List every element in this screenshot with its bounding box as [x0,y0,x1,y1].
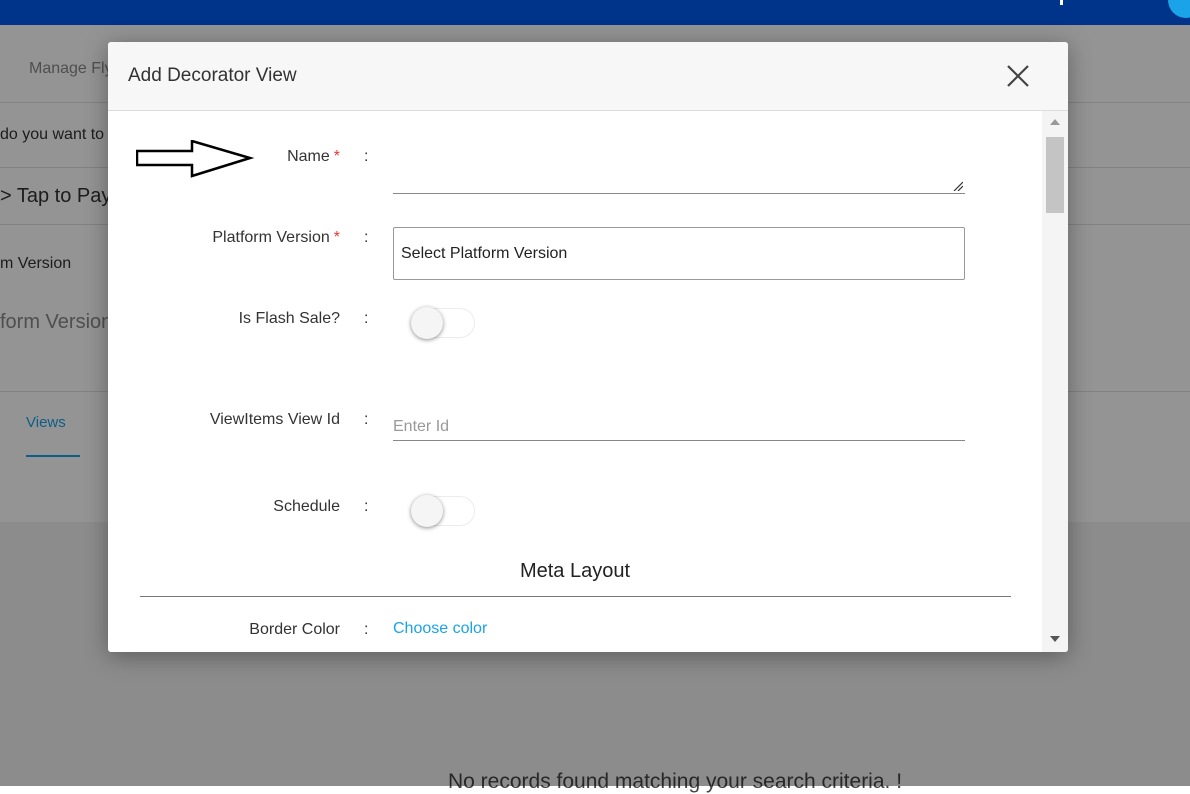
resize-grip-icon[interactable] [953,181,963,191]
view-items-view-id-label: ViewItems View Id [209,411,340,428]
view-items-view-id-input[interactable] [393,411,965,441]
name-label: Name * [287,148,340,165]
scroll-thumb[interactable] [1046,137,1064,213]
close-button[interactable] [1004,62,1032,90]
required-marker: * [333,229,340,246]
platform-version-label: Platform Version * [212,229,340,246]
toggle-knob [411,307,443,339]
schedule-toggle[interactable] [411,494,475,527]
topbar-text-fragment [1060,0,1063,5]
top-navigation-bar [0,0,1190,25]
close-icon [1007,65,1029,87]
flash-sale-toggle[interactable] [411,306,475,339]
meta-layout-divider [140,596,1011,597]
name-colon: : [364,148,369,165]
choose-color-link[interactable]: Choose color [393,620,487,638]
dialog-header: Add Decorator View [108,42,1068,111]
name-textarea[interactable] [393,145,965,194]
dialog-body: Name * : Platform Version * : Select Platf… [108,111,1068,652]
dialog-scrollbar[interactable] [1042,111,1068,652]
schedule-colon: : [364,498,369,515]
view-items-view-id-colon: : [364,411,369,428]
scroll-up-icon[interactable] [1050,119,1060,125]
required-marker: * [333,148,340,165]
border-color-label: Border Color [249,621,340,638]
platform-version-select[interactable]: Select Platform Version [393,227,965,280]
flash-sale-label: Is Flash Sale? [238,310,340,327]
toggle-knob [411,495,443,527]
schedule-label: Schedule [273,498,340,515]
border-color-colon: : [364,621,369,638]
dialog-title: Add Decorator View [128,65,297,86]
add-decorator-view-dialog: Add Decorator View Name * : Platform Vers… [108,42,1068,652]
flash-sale-colon: : [364,310,369,327]
annotation-arrow-icon [136,140,254,178]
scroll-down-icon[interactable] [1050,636,1060,642]
meta-layout-heading: Meta Layout [519,560,631,582]
user-avatar[interactable] [1168,0,1190,18]
platform-version-colon: : [364,229,369,246]
